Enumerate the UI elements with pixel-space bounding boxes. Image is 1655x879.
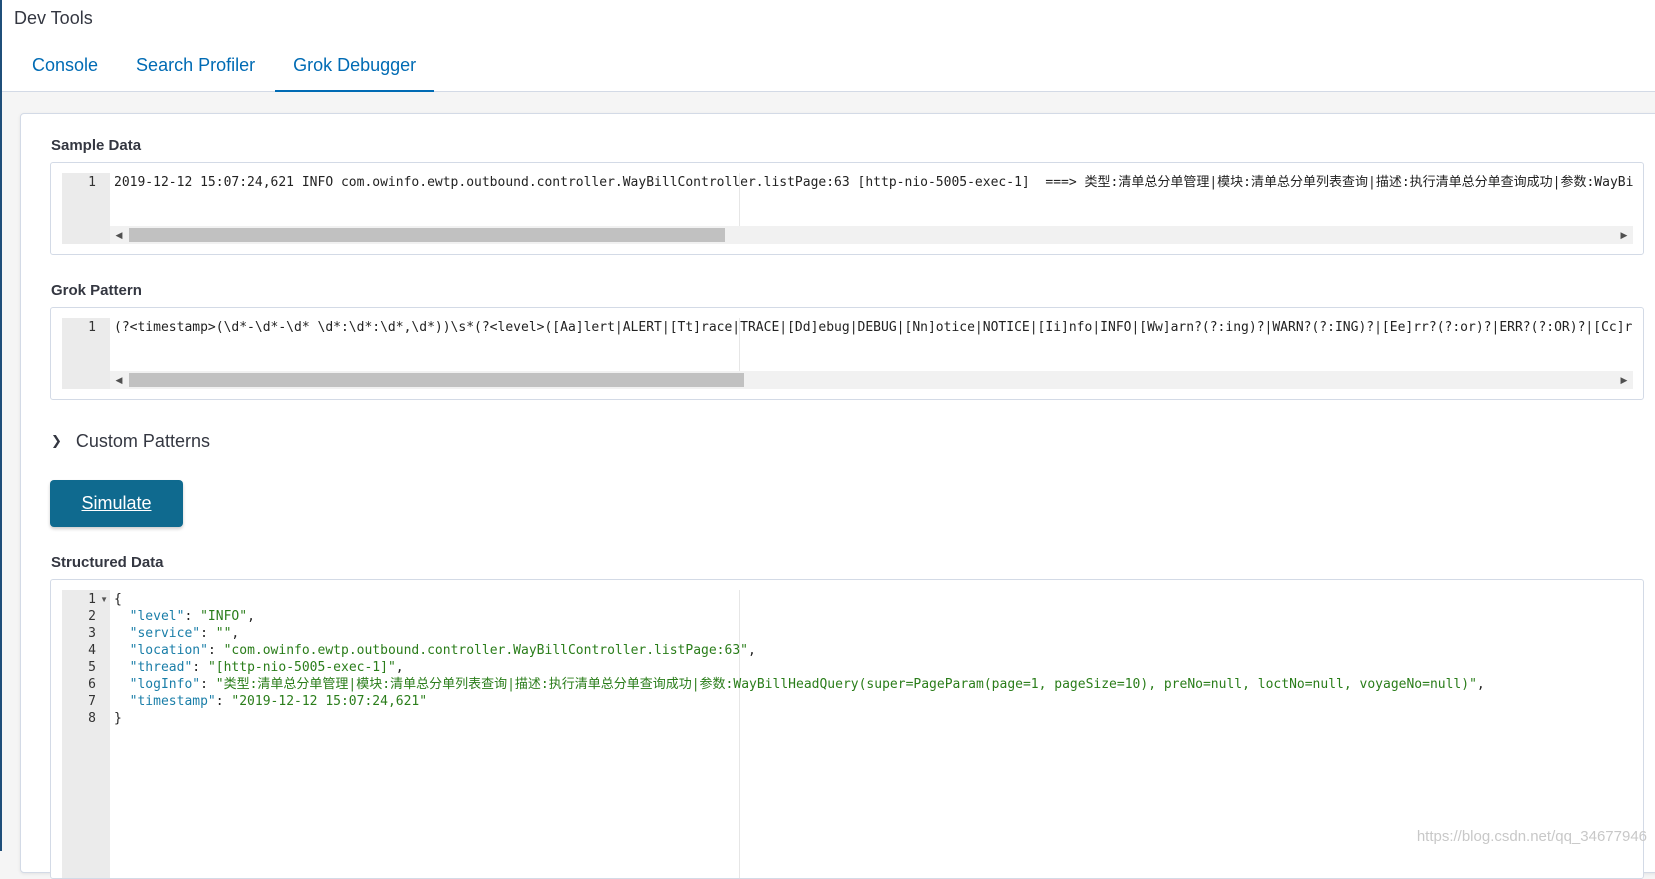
scrollbar-thumb[interactable] — [129, 228, 725, 242]
json-line: "level": "INFO", — [114, 608, 255, 625]
json-value: "类型:清单总分单管理|模块:清单总分单列表查询|描述:执行清单总分单查询成功|… — [216, 677, 1477, 692]
chevron-right-icon: ❯ — [51, 433, 62, 449]
tab-search-profiler[interactable]: Search Profiler — [118, 46, 273, 92]
sample-data-text: 2019-12-12 15:07:24,621 INFO com.owinfo.… — [114, 174, 1633, 191]
line-number: 3 — [88, 625, 96, 642]
scroll-left-icon[interactable]: ◀ — [110, 371, 128, 389]
line-number: 1 — [88, 174, 96, 191]
structured-data-label: Structured Data — [51, 554, 164, 571]
page-title: Dev Tools — [14, 8, 93, 29]
sample-data-label: Sample Data — [51, 137, 141, 154]
grok-pattern-editor-area[interactable]: 1 (?<timestamp>(\d*-\d*-\d* \d*:\d*:\d*,… — [62, 318, 1633, 389]
json-line: { — [114, 591, 122, 608]
json-line: "thread": "[http-nio-5005-exec-1]", — [114, 659, 404, 676]
app-header: Dev Tools Console Search Profiler Grok D… — [2, 0, 1655, 92]
structured-data-editor[interactable]: 1 ▼ 2 3 4 5 6 7 8 { "level": "INFO", "se… — [50, 579, 1644, 879]
line-number: 6 — [88, 676, 96, 693]
structured-data-editor-area[interactable]: 1 ▼ 2 3 4 5 6 7 8 { "level": "INFO", "se… — [62, 590, 1633, 878]
json-line: } — [114, 710, 122, 727]
line-gutter: 1 ▼ 2 3 4 5 6 7 8 — [62, 590, 110, 878]
json-key: "location" — [130, 643, 208, 658]
line-number: 1 — [88, 591, 96, 608]
sample-data-scrollbar[interactable]: ◀ ▶ — [110, 226, 1633, 244]
json-value: "com.owinfo.ewtp.outbound.controller.Way… — [224, 643, 748, 658]
scroll-right-icon[interactable]: ▶ — [1615, 371, 1633, 389]
fold-caret-icon[interactable]: ▼ — [100, 591, 108, 608]
grok-pattern-text: (?<timestamp>(\d*-\d*-\d* \d*:\d*:\d*,\d… — [114, 319, 1633, 336]
json-key: "level" — [130, 609, 185, 624]
grok-pattern-editor[interactable]: 1 (?<timestamp>(\d*-\d*-\d* \d*:\d*:\d*,… — [50, 307, 1644, 400]
json-key: "service" — [130, 626, 200, 641]
json-key: "timestamp" — [130, 694, 216, 709]
json-key: "logInfo" — [130, 677, 200, 692]
line-number: 2 — [88, 608, 96, 625]
watermark: https://blog.csdn.net/qq_34677946 — [1417, 828, 1647, 845]
custom-patterns-toggle[interactable]: ❯ Custom Patterns — [51, 430, 210, 452]
grok-debugger-panel: Sample Data 1 2019-12-12 15:07:24,621 IN… — [20, 113, 1655, 873]
json-line: "location": "com.owinfo.ewtp.outbound.co… — [114, 642, 756, 659]
line-number: 1 — [88, 319, 96, 336]
grok-pattern-label: Grok Pattern — [51, 282, 142, 299]
tab-bar: Console Search Profiler Grok Debugger — [14, 46, 436, 92]
print-margin — [739, 590, 740, 878]
line-number: 7 — [88, 693, 96, 710]
line-number: 8 — [88, 710, 96, 727]
scroll-left-icon[interactable]: ◀ — [110, 226, 128, 244]
json-brace-close: } — [114, 711, 122, 726]
line-number: 5 — [88, 659, 96, 676]
json-line: "timestamp": "2019-12-12 15:07:24,621" — [114, 693, 427, 710]
json-brace-open: { — [114, 592, 122, 607]
json-value: "" — [216, 626, 232, 641]
line-number: 4 — [88, 642, 96, 659]
json-value: "2019-12-12 15:07:24,621" — [231, 694, 427, 709]
scrollbar-thumb[interactable] — [129, 373, 744, 387]
tab-grok-debugger[interactable]: Grok Debugger — [275, 46, 434, 92]
scroll-right-icon[interactable]: ▶ — [1615, 226, 1633, 244]
sample-data-editor-area[interactable]: 1 2019-12-12 15:07:24,621 INFO com.owinf… — [62, 173, 1633, 244]
tab-console[interactable]: Console — [14, 46, 116, 92]
line-gutter: 1 — [62, 173, 110, 244]
json-key: "thread" — [130, 660, 193, 675]
left-edge-bar — [0, 0, 2, 851]
json-value: "[http-nio-5005-exec-1]" — [208, 660, 396, 675]
grok-pattern-scrollbar[interactable]: ◀ ▶ — [110, 371, 1633, 389]
custom-patterns-label: Custom Patterns — [76, 431, 210, 452]
json-value: "INFO" — [200, 609, 247, 624]
sample-data-editor[interactable]: 1 2019-12-12 15:07:24,621 INFO com.owinf… — [50, 162, 1644, 255]
line-gutter: 1 — [62, 318, 110, 389]
json-line: "service": "", — [114, 625, 239, 642]
simulate-button[interactable]: Simulate — [50, 480, 183, 527]
json-line: "logInfo": "类型:清单总分单管理|模块:清单总分单列表查询|描述:执… — [114, 676, 1485, 693]
